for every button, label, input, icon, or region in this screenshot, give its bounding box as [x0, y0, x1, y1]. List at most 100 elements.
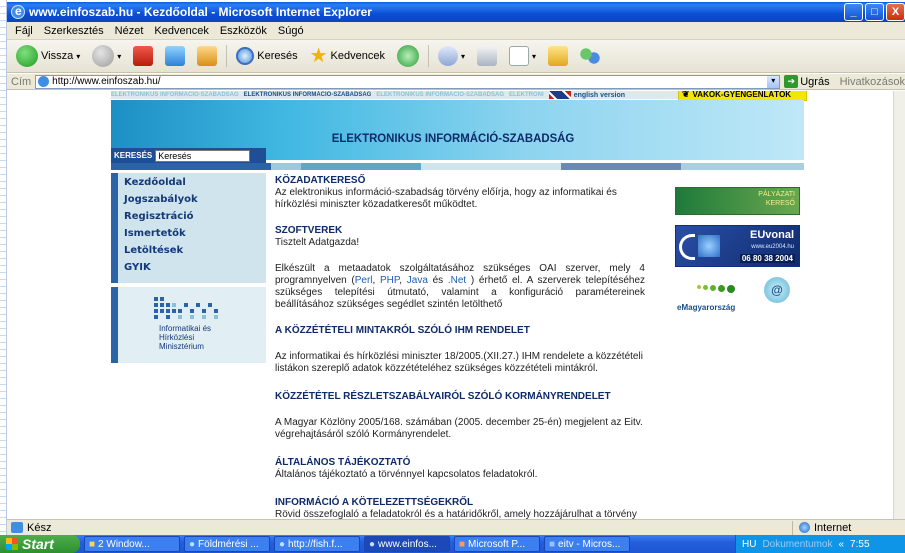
go-button[interactable]: ➔ Ugrás	[784, 75, 830, 88]
section-heading[interactable]: A KÖZZÉTÉTELI MINTAKRÓL SZÓLÓ IHM RENDEL…	[275, 325, 645, 337]
taskbar-item-active[interactable]: ● www.einfos...	[364, 536, 450, 552]
taskbar-item[interactable]: ● Földmérési ...	[184, 536, 270, 552]
back-arrow-icon	[16, 45, 38, 67]
section-text-oai: Elkészült a metaadatok szolgáltatásához …	[275, 263, 646, 310]
ministry-name-line: Informatikai és	[159, 324, 212, 333]
maximize-button[interactable]: □	[865, 3, 884, 21]
top-nav-link[interactable]: ELEKTRONIKUS INFORMÁCIÓ-SZABADSÁG	[244, 92, 377, 98]
minimize-button[interactable]: _	[844, 3, 863, 21]
at-icon: @	[764, 277, 790, 303]
stop-button[interactable]	[130, 43, 156, 69]
page-done-icon	[11, 522, 23, 533]
menu-view[interactable]: Nézet	[115, 25, 144, 37]
close-button[interactable]: X	[886, 3, 905, 21]
top-nav-link[interactable]: ELEKTRONI	[509, 92, 549, 98]
documents-toolbar[interactable]: Dokumentumok	[762, 539, 832, 550]
uk-flag-icon	[548, 91, 571, 99]
menu-help[interactable]: Súgó	[278, 25, 304, 37]
forward-button[interactable]: ▾	[89, 43, 124, 69]
site-title: ELEKTRONIKUS INFORMÁCIÓ-SZABADSÁG	[331, 131, 575, 145]
search-icon	[236, 47, 255, 65]
section-heading[interactable]: KÖZADATKERESŐ	[275, 175, 645, 187]
section-text: Az informatikai és hírközlési miniszter …	[275, 351, 643, 374]
language-indicator[interactable]: HU	[742, 539, 756, 550]
taskbar-item[interactable]: ■ Microsoft P...	[454, 536, 540, 552]
ie-icon: ●	[189, 538, 196, 550]
address-input[interactable]: http://www.einfoszab.hu/ ▾	[35, 74, 781, 89]
windows-logo-icon	[6, 538, 18, 550]
ie-icon: ●	[369, 538, 376, 550]
vertical-scrollbar[interactable]	[893, 91, 905, 519]
refresh-button[interactable]	[162, 43, 188, 69]
ministry-name-line: Minisztérium	[159, 342, 204, 351]
euvonal-banner[interactable]: EUvonal www.eu2004.hu 06 80 38 2004	[675, 225, 800, 267]
mail-icon	[437, 46, 458, 66]
nav-item-laws[interactable]: Jogszabályok	[124, 194, 198, 205]
left-nav: Kezdőoldal Jogszabályok Regisztráció Ism…	[111, 173, 266, 283]
star-icon: ★	[309, 45, 328, 67]
taskbar-item[interactable]: ■ 2 Window...	[84, 536, 180, 552]
emagyarorszag-banner[interactable]: @ eMagyarország	[675, 275, 800, 317]
section-text: Az elektronikus információ-szabadság tör…	[275, 187, 617, 210]
address-label: Cím	[11, 75, 32, 88]
edit-button[interactable]: ▾	[506, 43, 539, 69]
favorites-button[interactable]: ★ Kedvencek	[307, 43, 388, 69]
java-link[interactable]: Java	[407, 275, 428, 286]
print-button[interactable]	[474, 43, 500, 69]
stop-icon	[133, 46, 154, 66]
euvonal-site: www.eu2004.hu	[751, 244, 794, 250]
section-text: Rövid összefoglaló a feladatokról és a h…	[275, 509, 637, 519]
nav-item-guides[interactable]: Ismertetők	[124, 228, 186, 239]
section-text: A Magyar Közlöny 2005/168. számában (200…	[275, 417, 643, 440]
home-button[interactable]	[194, 43, 220, 69]
accessibility-icon: ❦	[682, 91, 690, 99]
folder-button[interactable]	[545, 43, 571, 69]
taskbar-item[interactable]: ■ eitv - Micros...	[544, 536, 630, 552]
history-button[interactable]	[394, 43, 422, 69]
perl-link[interactable]: Perl	[355, 275, 373, 286]
section-heading[interactable]: KÖZZÉTÉTEL RÉSZLETSZABÁLYAIRÓL SZÓLÓ KOR…	[275, 391, 645, 403]
top-nav-link[interactable]: ELEKTRONIKUS INFORMÁCIÓ-SZABADSÁG	[111, 92, 244, 98]
php-link[interactable]: PHP	[380, 275, 399, 286]
zone-indicator: Internet	[792, 520, 851, 535]
nav-item-home[interactable]: Kezdőoldal	[124, 177, 186, 188]
status-bar: Kész Internet	[7, 519, 905, 535]
start-button[interactable]: Start	[0, 535, 80, 553]
ministry-logo[interactable]: Informatikai és Hírközlési Minisztérium	[142, 291, 232, 361]
palyazati-banner[interactable]: PÁLYÁZATI KERESŐ	[675, 187, 800, 215]
section-text: Általános tájékoztató a törvénnyel kapcs…	[275, 469, 538, 480]
window-title: www.einfoszab.hu - Kezdőoldal - Microsof…	[29, 5, 372, 19]
window-title-bar[interactable]: www.einfoszab.hu - Kezdőoldal - Microsof…	[7, 0, 905, 22]
section-heading[interactable]: ÁLTALÁNOS TÁJÉKOZTATÓ	[275, 457, 645, 469]
status-text: Kész	[27, 521, 52, 534]
section-heading[interactable]: INFORMÁCIÓ A KÖTELEZETTSÉGEKRŐL	[275, 497, 645, 509]
dotnet-link[interactable]: .Net	[448, 275, 466, 286]
top-nav-link[interactable]: ELEKTRONIKUS INFORMÁCIÓ-SZABADSÁG	[376, 92, 509, 98]
nav-item-downloads[interactable]: Letöltések	[124, 245, 183, 256]
section-heading[interactable]: SZOFTVEREK	[275, 225, 645, 237]
nav-item-registration[interactable]: Regisztráció	[124, 211, 194, 222]
menu-file[interactable]: Fájl	[15, 25, 33, 37]
search-button[interactable]: Keresés	[233, 43, 300, 69]
menu-bar: Fájl Szerkesztés Nézet Kedvencek Eszközö…	[7, 22, 905, 40]
clock[interactable]: 7:55	[850, 539, 869, 550]
history-icon	[396, 45, 419, 67]
tray-expand-icon[interactable]: «	[838, 539, 844, 550]
links-label[interactable]: Hivatkozások	[840, 76, 905, 88]
taskbar-item[interactable]: ● http://fish.f...	[274, 536, 360, 552]
mail-button[interactable]: ▾	[435, 43, 468, 69]
search-input[interactable]	[155, 149, 251, 162]
go-arrow-icon: ➔	[784, 75, 799, 88]
nav-item-faq[interactable]: GYIK	[124, 262, 151, 273]
color-stripes	[111, 163, 804, 170]
english-version-link[interactable]: english version	[574, 92, 630, 99]
menu-tools[interactable]: Eszközök	[220, 25, 267, 37]
dropdown-arrow-icon[interactable]: ▾	[767, 75, 780, 88]
menu-favorites[interactable]: Kedvencek	[154, 25, 208, 37]
euvonal-phone: 06 80 38 2004	[739, 254, 795, 263]
ministry-name-line: Hírközlési	[159, 333, 195, 342]
menu-edit[interactable]: Szerkesztés	[44, 25, 104, 37]
back-button[interactable]: Vissza ▾	[13, 43, 83, 69]
messenger-button[interactable]	[577, 43, 603, 69]
home-icon	[197, 46, 218, 66]
